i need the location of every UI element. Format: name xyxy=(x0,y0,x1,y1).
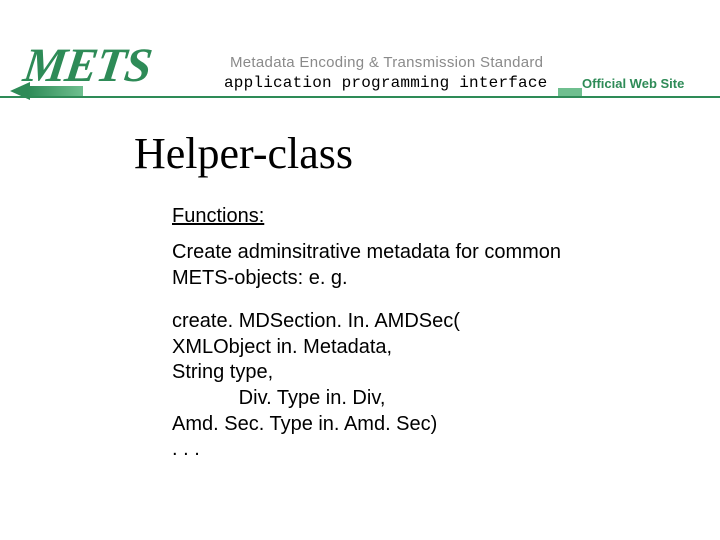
header-subtitle: Metadata Encoding & Transmission Standar… xyxy=(230,54,543,71)
mets-logo: METS xyxy=(20,38,154,93)
header-api-text: application programming interface xyxy=(222,74,549,92)
description-text: Create adminsitrative metadata for commo… xyxy=(172,240,602,291)
header: METS Metadata Encoding & Transmission St… xyxy=(0,0,720,98)
page-title: Helper-class xyxy=(134,128,660,179)
official-web-site-label: Official Web Site xyxy=(582,76,684,91)
main-content: Helper-class Functions: Create adminsitr… xyxy=(0,98,720,463)
header-divider xyxy=(0,96,720,98)
code-block: create. MDSection. In. AMDSec( XMLObject… xyxy=(172,309,660,463)
section-label: Functions: xyxy=(172,205,660,228)
